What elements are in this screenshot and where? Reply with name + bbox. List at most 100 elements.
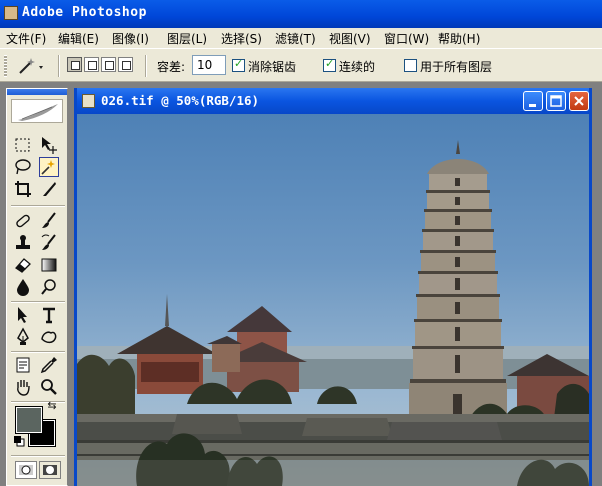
move-tool[interactable] xyxy=(39,135,59,155)
swap-colors-icon[interactable]: ⇆ xyxy=(45,399,59,413)
menu-edit[interactable]: 编辑(E) xyxy=(58,30,99,47)
brush-tool[interactable] xyxy=(39,211,59,231)
toolbox-separator xyxy=(11,301,65,303)
close-button[interactable] xyxy=(569,91,589,111)
arrow-icon xyxy=(18,307,27,323)
contiguous-checkbox[interactable] xyxy=(323,57,336,72)
rect-marquee-icon xyxy=(15,138,30,152)
healing-brush-tool[interactable] xyxy=(13,211,33,231)
shape-icon xyxy=(41,331,57,344)
menu-bar: 文件(F) 编辑(E) 图像(I) 图层(L) 选择(S) 滤镜(T) 视图(V… xyxy=(0,28,602,48)
contiguous-label: 连续的 xyxy=(339,60,376,74)
zoom-tool[interactable] xyxy=(39,377,59,397)
gradient-tool[interactable] xyxy=(39,255,59,275)
eyedropper-tool[interactable] xyxy=(39,355,59,375)
eraser-tool[interactable] xyxy=(13,255,33,275)
path-selection-tool[interactable] xyxy=(13,305,33,325)
all-layers-label: 用于所有图层 xyxy=(420,60,493,74)
gradient-icon xyxy=(41,258,57,272)
crop-icon xyxy=(15,181,31,197)
foreground-color-swatch[interactable] xyxy=(15,406,43,434)
app-title-bar[interactable]: Adobe Photoshop xyxy=(0,0,602,28)
history-brush-tool[interactable] xyxy=(39,233,59,253)
slice-tool[interactable] xyxy=(39,179,59,199)
hand-icon xyxy=(17,380,30,396)
new-selection-button[interactable] xyxy=(67,57,82,72)
document-title: 026.tif @ 50%(RGB/16) xyxy=(101,93,260,108)
maximize-button[interactable] xyxy=(546,91,566,111)
maximize-icon xyxy=(550,95,562,107)
lasso-icon xyxy=(15,159,31,175)
all-layers-checkbox[interactable] xyxy=(404,59,417,72)
eyedropper-icon xyxy=(40,357,57,374)
toolbox: ⇆ xyxy=(6,88,68,486)
app-title: Adobe Photoshop xyxy=(22,5,147,20)
minimize-button[interactable] xyxy=(523,91,543,111)
pagoda-photo xyxy=(77,140,589,486)
menu-view[interactable]: 视图(V) xyxy=(329,30,371,47)
brush-icon xyxy=(42,212,56,228)
menu-image[interactable]: 图像(I) xyxy=(112,30,149,47)
tool-preset-picker[interactable] xyxy=(16,56,46,76)
water-drop-icon xyxy=(17,279,29,296)
history-brush-icon xyxy=(41,234,56,250)
toolbox-separator xyxy=(11,351,65,353)
hand-tool[interactable] xyxy=(13,377,33,397)
menu-select[interactable]: 选择(S) xyxy=(221,30,262,47)
dodge-icon xyxy=(41,279,56,295)
options-bar: 容差: 消除锯齿 连续的 用于所有图层 xyxy=(0,48,602,82)
workspace: ⇆ 026.tif @ 50%(RGB/16) xyxy=(0,82,602,486)
crop-tool[interactable] xyxy=(13,179,33,199)
type-icon xyxy=(43,307,55,324)
marquee-tool[interactable] xyxy=(13,135,33,155)
close-icon xyxy=(574,96,584,106)
eraser-icon xyxy=(15,258,31,273)
minimize-icon xyxy=(529,104,536,107)
type-tool[interactable] xyxy=(39,305,59,325)
magic-wand-icon xyxy=(41,160,55,175)
document-title-bar[interactable]: 026.tif @ 50%(RGB/16) xyxy=(77,88,589,114)
menu-layer[interactable]: 图层(L) xyxy=(167,30,207,47)
pen-tool[interactable] xyxy=(13,327,33,347)
antialias-checkbox[interactable] xyxy=(232,57,245,72)
move-icon xyxy=(42,137,57,154)
document-icon xyxy=(82,94,95,108)
menu-filter[interactable]: 滤镜(T) xyxy=(275,30,316,47)
knife-icon xyxy=(43,182,56,196)
tolerance-label: 容差: xyxy=(157,60,186,74)
default-colors-icon[interactable] xyxy=(13,435,25,447)
magic-wand-icon xyxy=(19,58,43,74)
separator xyxy=(145,55,147,77)
clone-stamp-tool[interactable] xyxy=(13,233,33,253)
note-icon xyxy=(16,357,30,373)
adobe-feather-logo[interactable] xyxy=(11,99,63,123)
magic-wand-tool[interactable] xyxy=(39,157,59,177)
quick-mask-button[interactable] xyxy=(39,461,61,479)
image-canvas[interactable] xyxy=(77,114,589,486)
magnifier-icon xyxy=(41,379,57,395)
notes-tool[interactable] xyxy=(13,355,33,375)
toolbox-separator xyxy=(11,455,65,457)
antialias-label: 消除锯齿 xyxy=(248,60,297,74)
lasso-tool[interactable] xyxy=(13,157,33,177)
options-bar-grip[interactable] xyxy=(4,55,7,77)
dodge-tool[interactable] xyxy=(39,277,59,297)
intersect-selection-button[interactable] xyxy=(118,57,133,72)
menu-file[interactable]: 文件(F) xyxy=(6,30,46,47)
add-to-selection-button[interactable] xyxy=(84,57,99,72)
separator xyxy=(58,55,60,77)
toolbox-title-bar[interactable] xyxy=(7,89,67,95)
blur-tool[interactable] xyxy=(13,277,33,297)
toolbox-separator xyxy=(11,205,65,207)
photoshop-app-icon xyxy=(4,6,18,20)
document-window: 026.tif @ 50%(RGB/16) xyxy=(74,88,592,486)
pen-icon xyxy=(17,327,29,345)
bandage-icon xyxy=(16,214,30,228)
subtract-from-selection-button[interactable] xyxy=(101,57,116,72)
custom-shape-tool[interactable] xyxy=(39,327,59,347)
standard-mode-button[interactable] xyxy=(15,461,37,479)
menu-window[interactable]: 窗口(W) xyxy=(384,30,429,47)
tolerance-input[interactable] xyxy=(192,55,226,75)
stamp-icon xyxy=(16,235,30,249)
menu-help[interactable]: 帮助(H) xyxy=(438,30,480,47)
